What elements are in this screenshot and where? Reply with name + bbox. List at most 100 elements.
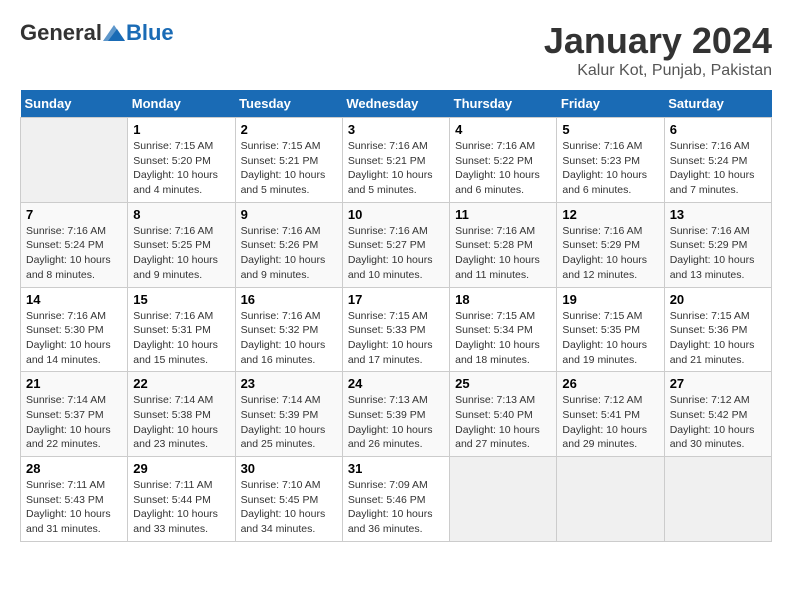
calendar-cell: 13 Sunrise: 7:16 AMSunset: 5:29 PMDayligh… bbox=[664, 202, 771, 287]
day-number: 20 bbox=[670, 292, 766, 307]
day-info: Sunrise: 7:13 AMSunset: 5:39 PMDaylight:… bbox=[348, 393, 444, 452]
calendar-cell: 12 Sunrise: 7:16 AMSunset: 5:29 PMDayligh… bbox=[557, 202, 664, 287]
day-info: Sunrise: 7:15 AMSunset: 5:35 PMDaylight:… bbox=[562, 309, 658, 368]
day-info: Sunrise: 7:16 AMSunset: 5:23 PMDaylight:… bbox=[562, 139, 658, 198]
calendar-cell: 30Sunrise: 7:10 AMSunset: 5:45 PMDayligh… bbox=[235, 457, 342, 542]
day-number: 4 bbox=[455, 122, 551, 137]
page-subtitle: Kalur Kot, Punjab, Pakistan bbox=[544, 62, 772, 80]
calendar-cell: 28Sunrise: 7:11 AMSunset: 5:43 PMDayligh… bbox=[21, 457, 128, 542]
day-number: 12 bbox=[562, 207, 658, 222]
day-number: 30 bbox=[241, 461, 337, 476]
day-number: 26 bbox=[562, 376, 658, 391]
day-number: 9 bbox=[241, 207, 337, 222]
day-info: Sunrise: 7:16 AMSunset: 5:26 PMDaylight:… bbox=[241, 224, 337, 283]
day-info: Sunrise: 7:16 AMSunset: 5:31 PMDaylight:… bbox=[133, 309, 229, 368]
day-number: 24 bbox=[348, 376, 444, 391]
calendar-cell: 14 Sunrise: 7:16 AMSunset: 5:30 PMDayligh… bbox=[21, 287, 128, 372]
day-number: 16 bbox=[241, 292, 337, 307]
calendar-cell: 15Sunrise: 7:16 AMSunset: 5:31 PMDayligh… bbox=[128, 287, 235, 372]
day-number: 14 bbox=[26, 292, 122, 307]
calendar-cell: 9 Sunrise: 7:16 AMSunset: 5:26 PMDaylight… bbox=[235, 202, 342, 287]
day-info: Sunrise: 7:12 AMSunset: 5:41 PMDaylight:… bbox=[562, 393, 658, 452]
calendar-cell: 18 Sunrise: 7:15 AMSunset: 5:34 PMDayligh… bbox=[450, 287, 557, 372]
day-number: 18 bbox=[455, 292, 551, 307]
column-header-thursday: Thursday bbox=[450, 90, 557, 118]
day-number: 2 bbox=[241, 122, 337, 137]
calendar-cell: 5 Sunrise: 7:16 AMSunset: 5:23 PMDaylight… bbox=[557, 118, 664, 203]
day-number: 17 bbox=[348, 292, 444, 307]
calendar-row: 14 Sunrise: 7:16 AMSunset: 5:30 PMDayligh… bbox=[21, 287, 772, 372]
calendar-cell: 24 Sunrise: 7:13 AMSunset: 5:39 PMDayligh… bbox=[342, 372, 449, 457]
day-number: 13 bbox=[670, 207, 766, 222]
day-number: 11 bbox=[455, 207, 551, 222]
calendar-cell: 31 Sunrise: 7:09 AMSunset: 5:46 PMDayligh… bbox=[342, 457, 449, 542]
day-info: Sunrise: 7:16 AMSunset: 5:27 PMDaylight:… bbox=[348, 224, 444, 283]
day-number: 7 bbox=[26, 207, 122, 222]
calendar-cell bbox=[450, 457, 557, 542]
day-info: Sunrise: 7:15 AMSunset: 5:33 PMDaylight:… bbox=[348, 309, 444, 368]
day-info: Sunrise: 7:14 AMSunset: 5:39 PMDaylight:… bbox=[241, 393, 337, 452]
day-number: 22 bbox=[133, 376, 229, 391]
day-number: 3 bbox=[348, 122, 444, 137]
day-info: Sunrise: 7:16 AMSunset: 5:30 PMDaylight:… bbox=[26, 309, 122, 368]
day-info: Sunrise: 7:16 AMSunset: 5:29 PMDaylight:… bbox=[562, 224, 658, 283]
calendar-cell: 19 Sunrise: 7:15 AMSunset: 5:35 PMDayligh… bbox=[557, 287, 664, 372]
calendar-cell: 17 Sunrise: 7:15 AMSunset: 5:33 PMDayligh… bbox=[342, 287, 449, 372]
day-info: Sunrise: 7:15 AMSunset: 5:21 PMDaylight:… bbox=[241, 139, 337, 198]
day-number: 31 bbox=[348, 461, 444, 476]
column-header-monday: Monday bbox=[128, 90, 235, 118]
calendar-row: 7Sunrise: 7:16 AMSunset: 5:24 PMDaylight… bbox=[21, 202, 772, 287]
calendar-cell: 4 Sunrise: 7:16 AMSunset: 5:22 PMDaylight… bbox=[450, 118, 557, 203]
calendar-cell: 27 Sunrise: 7:12 AMSunset: 5:42 PMDayligh… bbox=[664, 372, 771, 457]
day-number: 27 bbox=[670, 376, 766, 391]
day-info: Sunrise: 7:15 AMSunset: 5:34 PMDaylight:… bbox=[455, 309, 551, 368]
day-info: Sunrise: 7:12 AMSunset: 5:42 PMDaylight:… bbox=[670, 393, 766, 452]
day-number: 5 bbox=[562, 122, 658, 137]
logo-blue-text: Blue bbox=[126, 20, 174, 46]
day-info: Sunrise: 7:16 AMSunset: 5:24 PMDaylight:… bbox=[670, 139, 766, 198]
column-header-saturday: Saturday bbox=[664, 90, 771, 118]
column-header-tuesday: Tuesday bbox=[235, 90, 342, 118]
day-number: 28 bbox=[26, 461, 122, 476]
day-info: Sunrise: 7:16 AMSunset: 5:21 PMDaylight:… bbox=[348, 139, 444, 198]
calendar-cell bbox=[664, 457, 771, 542]
day-number: 19 bbox=[562, 292, 658, 307]
calendar-row: 21Sunrise: 7:14 AMSunset: 5:37 PMDayligh… bbox=[21, 372, 772, 457]
logo: General Blue bbox=[20, 20, 174, 46]
calendar-cell: 23 Sunrise: 7:14 AMSunset: 5:39 PMDayligh… bbox=[235, 372, 342, 457]
calendar-cell bbox=[21, 118, 128, 203]
day-info: Sunrise: 7:15 AMSunset: 5:20 PMDaylight:… bbox=[133, 139, 229, 198]
title-block: January 2024 Kalur Kot, Punjab, Pakistan bbox=[544, 20, 772, 80]
day-info: Sunrise: 7:16 AMSunset: 5:22 PMDaylight:… bbox=[455, 139, 551, 198]
day-info: Sunrise: 7:16 AMSunset: 5:29 PMDaylight:… bbox=[670, 224, 766, 283]
day-info: Sunrise: 7:11 AMSunset: 5:44 PMDaylight:… bbox=[133, 478, 229, 537]
calendar-row: 28Sunrise: 7:11 AMSunset: 5:43 PMDayligh… bbox=[21, 457, 772, 542]
calendar-cell: 8 Sunrise: 7:16 AMSunset: 5:25 PMDaylight… bbox=[128, 202, 235, 287]
calendar-cell: 3 Sunrise: 7:16 AMSunset: 5:21 PMDaylight… bbox=[342, 118, 449, 203]
column-header-wednesday: Wednesday bbox=[342, 90, 449, 118]
calendar-header-row: SundayMondayTuesdayWednesdayThursdayFrid… bbox=[21, 90, 772, 118]
day-number: 1 bbox=[133, 122, 229, 137]
calendar-cell: 21Sunrise: 7:14 AMSunset: 5:37 PMDayligh… bbox=[21, 372, 128, 457]
day-info: Sunrise: 7:16 AMSunset: 5:25 PMDaylight:… bbox=[133, 224, 229, 283]
day-info: Sunrise: 7:13 AMSunset: 5:40 PMDaylight:… bbox=[455, 393, 551, 452]
calendar-cell: 29 Sunrise: 7:11 AMSunset: 5:44 PMDayligh… bbox=[128, 457, 235, 542]
day-info: Sunrise: 7:15 AMSunset: 5:36 PMDaylight:… bbox=[670, 309, 766, 368]
day-number: 29 bbox=[133, 461, 229, 476]
logo-icon bbox=[103, 25, 125, 41]
calendar-cell: 25Sunrise: 7:13 AMSunset: 5:40 PMDayligh… bbox=[450, 372, 557, 457]
day-number: 23 bbox=[241, 376, 337, 391]
day-info: Sunrise: 7:16 AMSunset: 5:28 PMDaylight:… bbox=[455, 224, 551, 283]
day-info: Sunrise: 7:14 AMSunset: 5:38 PMDaylight:… bbox=[133, 393, 229, 452]
calendar-cell: 16 Sunrise: 7:16 AMSunset: 5:32 PMDayligh… bbox=[235, 287, 342, 372]
page-header: General Blue January 2024 Kalur Kot, Pun… bbox=[20, 20, 772, 80]
day-number: 21 bbox=[26, 376, 122, 391]
day-number: 10 bbox=[348, 207, 444, 222]
column-header-sunday: Sunday bbox=[21, 90, 128, 118]
day-number: 8 bbox=[133, 207, 229, 222]
day-info: Sunrise: 7:09 AMSunset: 5:46 PMDaylight:… bbox=[348, 478, 444, 537]
page-title: January 2024 bbox=[544, 20, 772, 62]
day-info: Sunrise: 7:16 AMSunset: 5:32 PMDaylight:… bbox=[241, 309, 337, 368]
calendar-cell: 1 Sunrise: 7:15 AMSunset: 5:20 PMDaylight… bbox=[128, 118, 235, 203]
calendar-cell: 10 Sunrise: 7:16 AMSunset: 5:27 PMDayligh… bbox=[342, 202, 449, 287]
